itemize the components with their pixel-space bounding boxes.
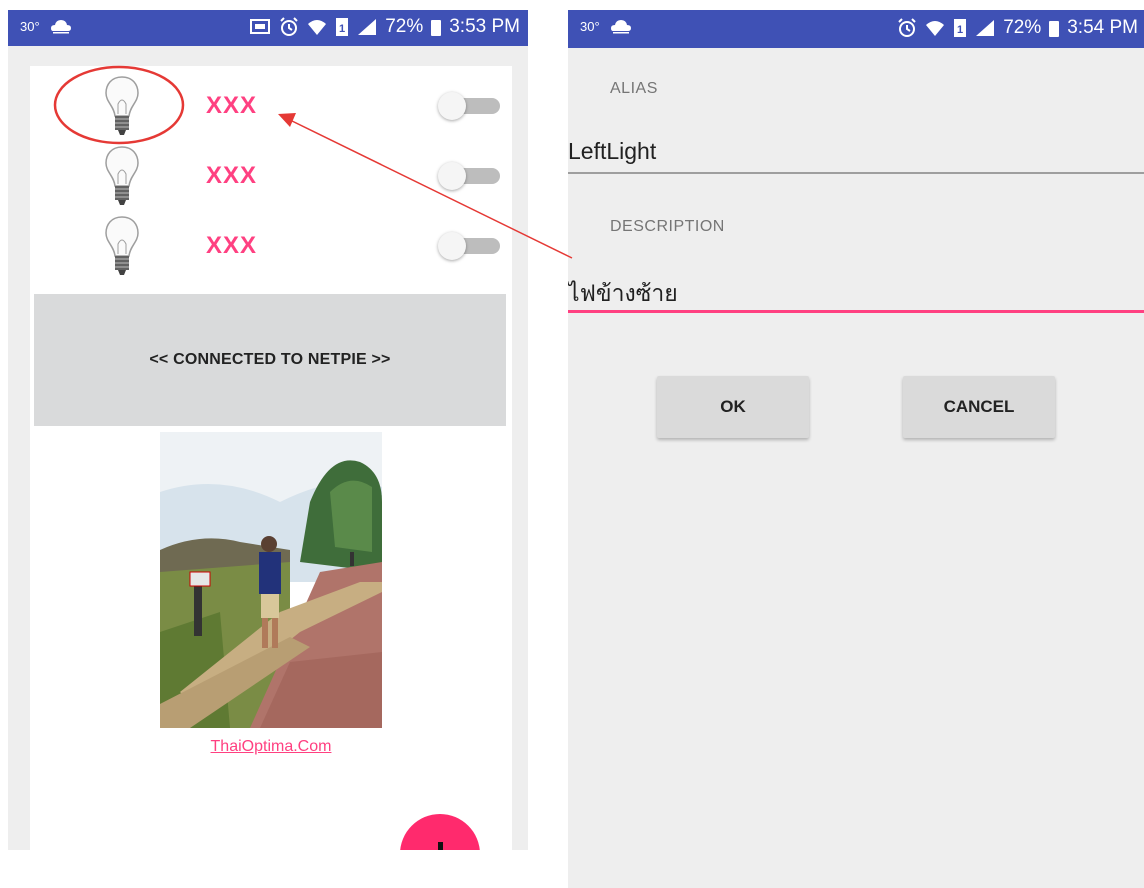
status-bar-left: 30° [580,18,632,34]
alias-input[interactable]: LeftLight [568,138,656,165]
light-row: XXX [30,72,512,138]
screen-cast-icon [250,19,271,34]
light-bulb-icon [105,76,139,135]
light-name[interactable]: XXX [206,92,257,120]
website-link[interactable]: ThaiOptima.Com [30,738,512,756]
wifi-icon [926,21,945,36]
clock: 3:54 PM [1067,17,1138,38]
status-bar-right: 1 72% 3:53 PM [249,16,520,38]
light-bulb-icon [105,146,139,205]
light-switch[interactable] [434,232,500,260]
light-name[interactable]: XXX [206,162,257,190]
light-list-screen: 30° 1 72% 3:53 PM XXX XXX XXX << CONNECT… [8,10,528,850]
battery-percent: 72% [1003,17,1042,38]
alarm-icon [280,17,298,36]
signal-icon [358,19,377,35]
cancel-button-label: CANCEL [943,397,1015,416]
switch-thumb [438,162,466,190]
temperature: 30° [20,18,40,34]
light-row: XXX [30,142,512,208]
signal-icon [976,20,995,36]
add-device-button[interactable] [400,814,480,850]
temperature: 30° [580,18,600,34]
light-bulb-icon [105,216,139,275]
edit-light-screen: 30° 1 72% 3:54 PM ALIAS LeftLight DESCRI… [568,10,1144,888]
light-name[interactable]: XXX [206,232,257,260]
switch-thumb [438,232,466,260]
light-switch[interactable] [434,92,500,120]
battery-icon [1049,21,1060,37]
alias-input-underline [568,172,1144,174]
light-switch[interactable] [434,162,500,190]
weather-cloud-icon [610,20,631,34]
light-list-card: XXX XXX XXX << CONNECTED TO NETPIE >> Th… [30,66,512,850]
status-bar-right: 1 72% 3:54 PM [897,17,1138,39]
switch-thumb [438,92,466,120]
clock: 3:53 PM [449,16,520,37]
status-bar-left: 30° [20,18,72,34]
description-label: DESCRIPTION [610,218,725,235]
battery-icon [431,20,442,36]
cancel-button[interactable]: CANCEL [903,376,1055,438]
svg-text:1: 1 [339,23,345,35]
screenshot-composite: 30° 1 72% 3:53 PM XXX XXX XXX << CONNECT… [0,0,1144,888]
status-bar: 30° 1 72% 3:54 PM [568,10,1144,48]
status-bar: 30° 1 72% 3:53 PM [8,10,528,46]
plus-icon [424,842,456,850]
light-row: XXX [30,212,512,278]
svg-text:1: 1 [957,24,963,36]
ok-button-label: OK [720,397,746,416]
alias-label: ALIAS [610,80,658,97]
description-input-underline [568,310,1144,313]
description-input[interactable]: ไฟข้างซ้าย [568,276,678,312]
person-photo-image [160,432,382,728]
alarm-icon [898,18,916,37]
weather-cloud-icon [50,20,71,34]
sim-icon: 1 [954,19,967,37]
connection-status-panel: << CONNECTED TO NETPIE >> [34,294,506,426]
connection-status-text: << CONNECTED TO NETPIE >> [149,351,391,368]
wifi-icon [308,20,327,35]
battery-percent: 72% [385,16,424,37]
sim-icon: 1 [336,18,349,36]
ok-button[interactable]: OK [657,376,809,438]
